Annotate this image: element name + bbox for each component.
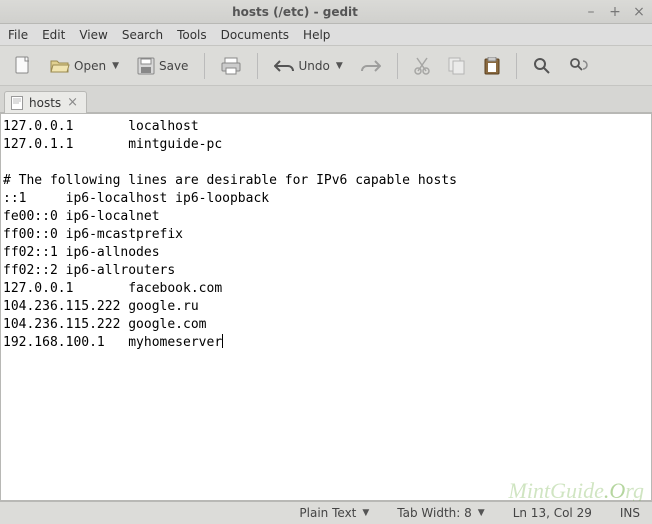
minimize-button[interactable]: – [584, 4, 598, 20]
redo-button[interactable] [355, 56, 387, 76]
open-button[interactable]: Open ▼ [44, 54, 125, 78]
find-button[interactable] [527, 54, 557, 78]
redo-icon [361, 59, 381, 73]
tab-width-selector[interactable]: Tab Width: 8 ▼ [397, 506, 484, 520]
open-label: Open [74, 59, 106, 73]
chevron-down-icon: ▼ [478, 508, 485, 518]
menu-documents[interactable]: Documents [221, 28, 289, 42]
separator [204, 53, 205, 79]
chevron-down-icon: ▼ [362, 508, 369, 518]
chevron-down-icon: ▼ [336, 61, 343, 71]
cut-button[interactable] [408, 54, 436, 78]
menu-view[interactable]: View [79, 28, 107, 42]
undo-button[interactable]: Undo ▼ [268, 56, 348, 76]
window-controls: – + × [584, 4, 646, 20]
separator [397, 53, 398, 79]
print-icon [221, 57, 241, 75]
separator [257, 53, 258, 79]
folder-open-icon [50, 57, 70, 75]
maximize-button[interactable]: + [608, 4, 622, 20]
tab-close-icon[interactable]: × [67, 95, 78, 110]
toolbar: Open ▼ Save Undo ▼ [0, 46, 652, 86]
search-replace-icon [569, 57, 589, 75]
cursor-position: Ln 13, Col 29 [513, 506, 592, 520]
copy-icon [448, 57, 466, 75]
menu-tools[interactable]: Tools [177, 28, 207, 42]
document-content: 127.0.0.1 localhost 127.0.1.1 mintguide-… [3, 119, 457, 350]
insert-mode[interactable]: INS [620, 506, 640, 520]
undo-label: Undo [298, 59, 329, 73]
copy-button[interactable] [442, 54, 472, 78]
tab-hosts[interactable]: hosts × [4, 91, 87, 113]
save-label: Save [159, 59, 188, 73]
cut-icon [414, 57, 430, 75]
new-doc-button[interactable] [8, 53, 38, 79]
undo-icon [274, 59, 294, 73]
save-button[interactable]: Save [131, 54, 194, 78]
syntax-mode-label: Plain Text [299, 506, 356, 520]
syntax-mode-selector[interactable]: Plain Text ▼ [299, 506, 369, 520]
separator [516, 53, 517, 79]
new-doc-icon [14, 56, 32, 76]
save-icon [137, 57, 155, 75]
search-icon [533, 57, 551, 75]
tab-label: hosts [29, 96, 61, 110]
menu-file[interactable]: File [8, 28, 28, 42]
tab-row: hosts × [0, 86, 652, 113]
close-button[interactable]: × [632, 4, 646, 20]
titlebar: hosts (/etc) - gedit – + × [0, 0, 652, 24]
menu-edit[interactable]: Edit [42, 28, 65, 42]
menu-search[interactable]: Search [122, 28, 163, 42]
print-button[interactable] [215, 54, 247, 78]
paste-button[interactable] [478, 54, 506, 78]
chevron-down-icon: ▼ [112, 61, 119, 71]
menu-help[interactable]: Help [303, 28, 330, 42]
statusbar: Plain Text ▼ Tab Width: 8 ▼ Ln 13, Col 2… [0, 501, 652, 524]
paste-icon [484, 57, 500, 75]
editor-area[interactable]: 127.0.0.1 localhost 127.0.1.1 mintguide-… [0, 113, 652, 501]
menubar: File Edit View Search Tools Documents He… [0, 24, 652, 46]
find-replace-button[interactable] [563, 54, 595, 78]
document-icon [11, 96, 23, 110]
tab-width-label: Tab Width: 8 [397, 506, 471, 520]
text-cursor [222, 334, 223, 348]
window-title: hosts (/etc) - gedit [6, 5, 584, 19]
